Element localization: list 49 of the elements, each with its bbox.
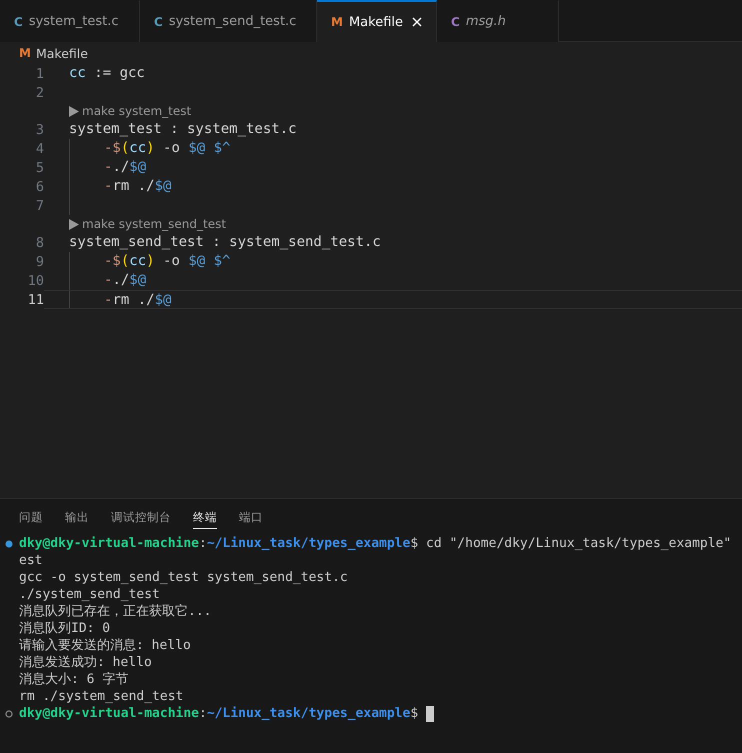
play-icon bbox=[69, 106, 79, 116]
codelens-link[interactable]: make system_send_test bbox=[69, 217, 226, 231]
status-ring-icon[interactable] bbox=[5, 710, 13, 718]
panel-tab[interactable]: 调试控制台 bbox=[111, 509, 171, 529]
panel-tab[interactable]: 问题 bbox=[19, 509, 43, 529]
close-icon[interactable] bbox=[412, 17, 422, 27]
code-line: system_test : system_test.c bbox=[69, 120, 297, 139]
breadcrumb-item[interactable]: Makefile bbox=[36, 46, 88, 60]
panel-tab[interactable]: 端口 bbox=[239, 509, 263, 529]
line-number: 3 bbox=[34, 122, 44, 138]
status-dot-icon[interactable] bbox=[5, 540, 13, 548]
makefile-icon: M bbox=[19, 46, 31, 60]
terminal-line: est bbox=[19, 552, 42, 569]
line-number: 11 bbox=[26, 292, 44, 308]
line-number: 7 bbox=[34, 198, 44, 214]
terminal-line: 请输入要发送的消息: hello bbox=[19, 637, 191, 654]
line-number: 2 bbox=[34, 84, 44, 100]
code-line: -./$@ bbox=[104, 158, 146, 177]
panel-tab[interactable]: 输出 bbox=[65, 509, 89, 529]
code-line: -$(cc) -o $@ $^ bbox=[104, 252, 230, 271]
terminal-line: 消息大小: 6 字节 bbox=[19, 671, 128, 688]
code-line: -./$@ bbox=[104, 271, 146, 290]
code-line: -rm ./$@ bbox=[104, 291, 172, 310]
terminal-line: 消息队列ID: 0 bbox=[19, 620, 110, 637]
terminal-line: 消息队列已存在，正在获取它... bbox=[19, 603, 212, 620]
editor-tab[interactable]: C system_send_test.c bbox=[140, 0, 317, 42]
code-line: -rm ./$@ bbox=[104, 177, 172, 196]
line-number: 10 bbox=[26, 272, 44, 288]
code-line: system_send_test : system_send_test.c bbox=[69, 233, 381, 252]
editor-tab[interactable]: C system_test.c bbox=[0, 0, 140, 42]
panel-tab[interactable]: 终端 bbox=[193, 509, 217, 529]
terminal-line: gcc -o system_send_test system_send_test.c bbox=[19, 569, 348, 586]
line-number: 5 bbox=[34, 160, 44, 176]
codelens-link[interactable]: make system_test bbox=[69, 104, 192, 118]
line-number: 1 bbox=[34, 66, 44, 82]
code-line: cc := gcc bbox=[69, 64, 145, 83]
code-line: -$(cc) -o $@ $^ bbox=[104, 139, 230, 158]
editor-tab[interactable]: M Makefile bbox=[317, 0, 437, 42]
play-icon bbox=[69, 218, 79, 230]
line-number: 9 bbox=[34, 254, 44, 270]
editor-tab[interactable]: C msg.h bbox=[437, 0, 559, 42]
line-number: 4 bbox=[34, 140, 44, 156]
terminal-line: rm ./system_send_test bbox=[19, 688, 184, 705]
line-number: 6 bbox=[34, 178, 44, 194]
terminal-line: dky@dky-virtual-machine:~/Linux_task/types_example$ bbox=[19, 705, 418, 722]
terminal-line: dky@dky-virtual-machine:~/Linux_task/types_example$ cd "/home/dky/Linux_task/types_example" bbox=[19, 535, 732, 552]
line-number: 8 bbox=[34, 234, 44, 250]
terminal-line: ./system_send_test bbox=[19, 586, 160, 603]
terminal-line: 消息发送成功: hello bbox=[19, 654, 152, 671]
